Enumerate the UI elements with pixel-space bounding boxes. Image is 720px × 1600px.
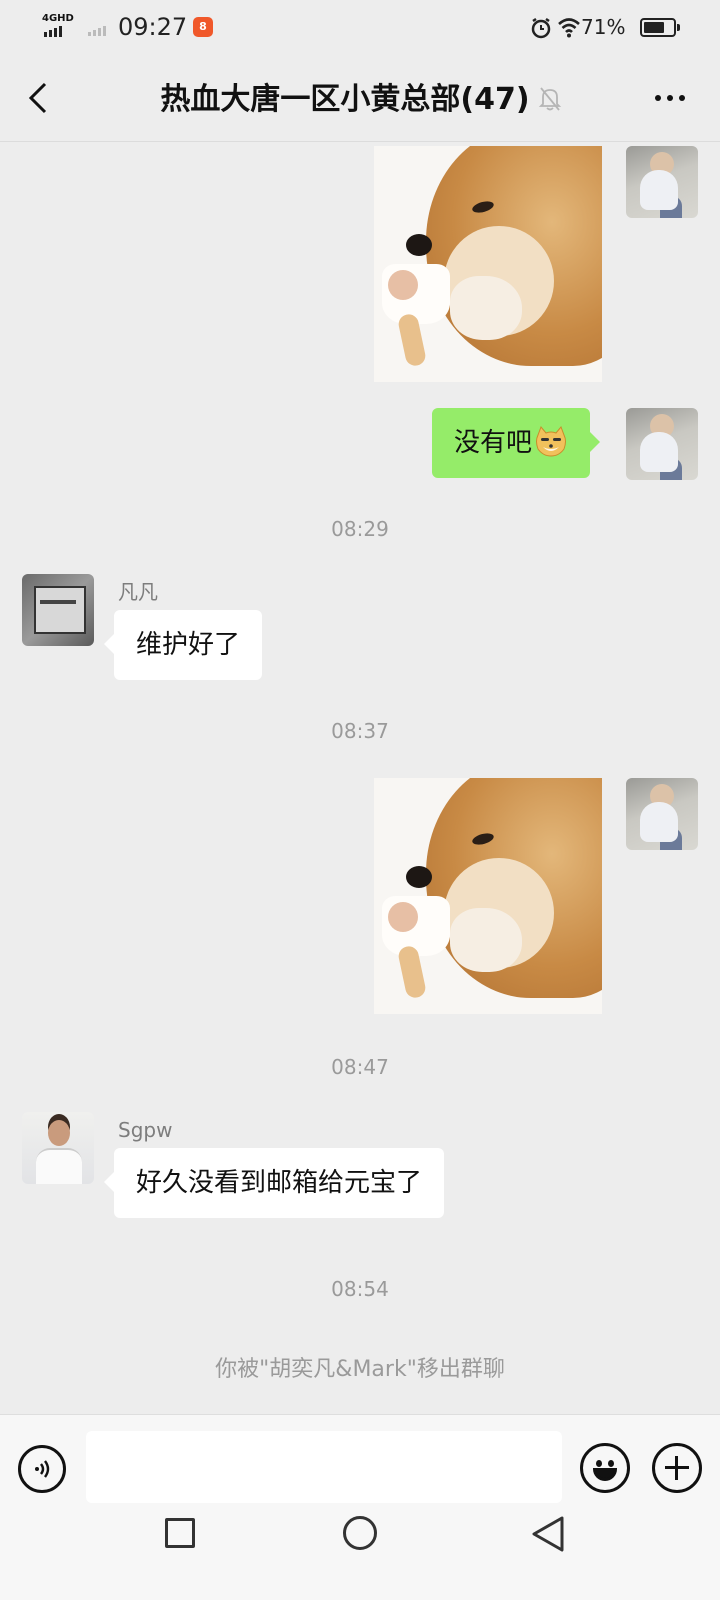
status-bar: 4GHD 09:27 8 71%: [0, 0, 720, 56]
sender-name: 凡凡: [118, 580, 158, 604]
input-bar: [0, 1414, 720, 1524]
emoji-button[interactable]: [580, 1443, 630, 1493]
incoming-message[interactable]: 维护好了: [103, 610, 263, 680]
app-notification-icon: 8: [193, 17, 213, 37]
sticker-message[interactable]: [374, 778, 602, 1014]
chat-title: 热血大唐一区小黄总部(47): [160, 82, 530, 117]
timestamp: 08:29: [331, 517, 389, 541]
outgoing-message[interactable]: 没有吧: [432, 408, 601, 478]
sticker-message[interactable]: [374, 146, 602, 382]
doge-emoji-icon: [536, 425, 567, 457]
signal-icon: [44, 26, 62, 37]
timestamp: 08:47: [331, 1055, 389, 1079]
sender-name: Sgpw: [118, 1118, 173, 1142]
incoming-message[interactable]: 好久没看到邮箱给元宝了: [103, 1148, 445, 1218]
voice-button[interactable]: [18, 1445, 66, 1493]
battery-fill: [644, 22, 664, 33]
back-icon[interactable]: [530, 1514, 566, 1554]
network-type: 4GHD: [42, 13, 74, 24]
system-message: 你被"胡奕凡&Mark"移出群聊: [215, 1357, 505, 1382]
message-text: 维护好了: [136, 630, 241, 660]
voice-icon: [35, 1460, 50, 1478]
chat-header: 热血大唐一区小黄总部(47): [0, 56, 720, 142]
wifi-icon: [558, 18, 580, 38]
timestamp: 08:54: [331, 1277, 389, 1301]
emoji-icon: [596, 1460, 602, 1467]
alarm-icon: [531, 17, 551, 39]
self-avatar[interactable]: [626, 146, 698, 218]
dot-icon: [679, 95, 685, 101]
signal-2-icon: [88, 26, 106, 36]
battery-percent: 71%: [581, 15, 626, 39]
mute-bell-icon: [538, 87, 562, 111]
plus-button[interactable]: [652, 1443, 702, 1493]
battery-icon: [640, 18, 680, 37]
sender-avatar[interactable]: [22, 1112, 94, 1184]
self-avatar[interactable]: [626, 408, 698, 480]
home-icon[interactable]: [343, 1516, 377, 1550]
clock: 09:27: [118, 13, 188, 41]
more-options-button[interactable]: [646, 84, 694, 112]
message-text: 没有吧: [454, 428, 533, 458]
recent-apps-icon[interactable]: [165, 1518, 195, 1548]
sender-avatar[interactable]: [22, 574, 94, 646]
dot-icon: [655, 95, 661, 101]
message-input[interactable]: [86, 1431, 562, 1503]
dot-icon: [667, 95, 673, 101]
self-avatar[interactable]: [626, 778, 698, 850]
message-text: 好久没看到邮箱给元宝了: [136, 1168, 423, 1198]
timestamp: 08:37: [331, 719, 389, 743]
